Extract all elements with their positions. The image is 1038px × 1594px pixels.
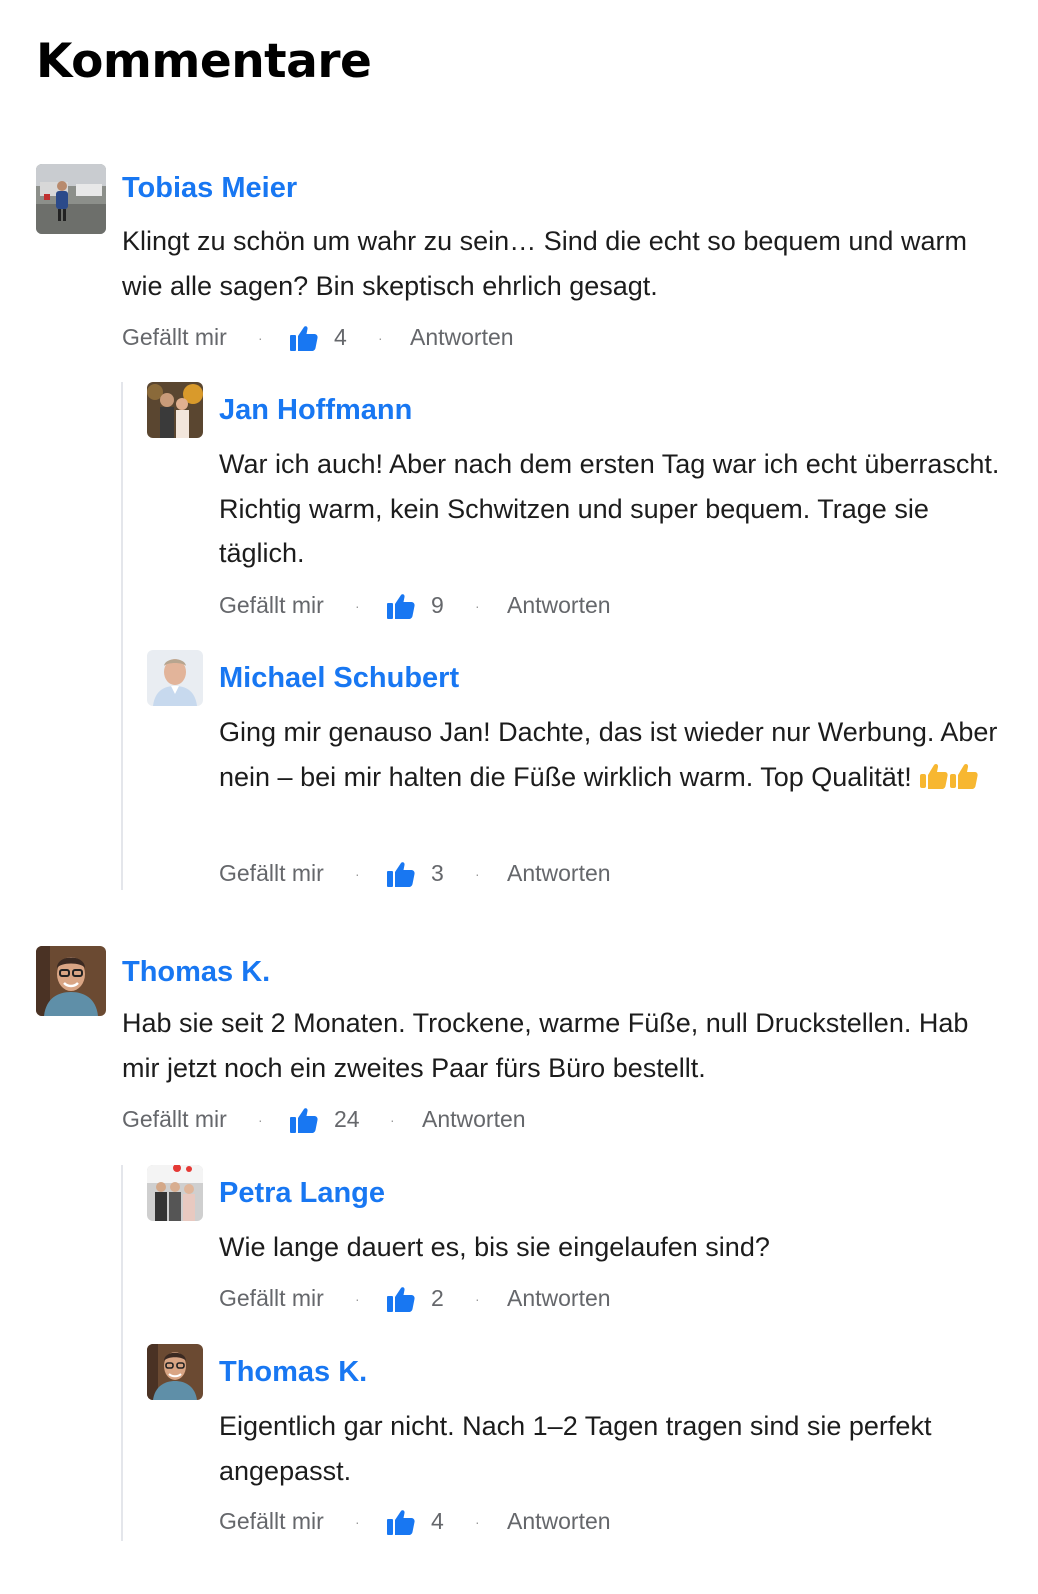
- reply: Jan Hoffmann War ich auch! Aber nach dem…: [147, 382, 1027, 622]
- thumbs-up-icon: [387, 1286, 431, 1312]
- separator: ·: [475, 1290, 480, 1307]
- separator: ·: [475, 1513, 480, 1530]
- thumbs-up-icon: [290, 325, 334, 351]
- comment-text: Eigentlich gar nicht. Nach 1–2 Tagen tra…: [219, 1411, 932, 1486]
- thumbs-up-icon: [387, 861, 431, 887]
- separator: ·: [475, 865, 480, 882]
- separator: ·: [355, 1290, 360, 1307]
- comment-text: Hab sie seit 2 Monaten. Trockene, warme …: [122, 1008, 969, 1083]
- thread-line: [121, 1165, 123, 1541]
- reply: Thomas K. Eigentlich gar nicht. Nach 1–2…: [147, 1344, 1027, 1544]
- separator: ·: [355, 865, 360, 882]
- reply: Petra Lange Wie lange dauert es, bis sie…: [147, 1165, 1027, 1325]
- like-button[interactable]: Gefällt mir: [219, 1285, 355, 1312]
- separator: ·: [355, 597, 360, 614]
- comment-text: Wie lange dauert es, bis sie eingelaufen…: [219, 1232, 770, 1262]
- comment-author[interactable]: Thomas K.: [219, 1356, 367, 1389]
- avatar[interactable]: [147, 650, 203, 706]
- thread-line: [121, 382, 123, 890]
- avatar[interactable]: [36, 946, 106, 1016]
- comment-actions: Gefällt mir · 4 · Antworten: [219, 1508, 611, 1535]
- comment-actions: Gefällt mir · 4 · Antworten: [122, 324, 514, 351]
- avatar-photo-icon: [147, 382, 203, 438]
- page-title: Kommentare: [36, 34, 372, 89]
- reply-button[interactable]: Antworten: [422, 1106, 526, 1133]
- comment-author[interactable]: Tobias Meier: [122, 172, 297, 205]
- reply-button[interactable]: Antworten: [507, 592, 611, 619]
- reply: Michael Schubert Ging mir genauso Jan! D…: [147, 650, 1027, 890]
- like-count: 9: [431, 592, 444, 618]
- like-count: 2: [431, 1285, 444, 1311]
- separator: ·: [378, 329, 383, 346]
- comment: Tobias Meier Klingt zu schön um wahr zu …: [36, 164, 1016, 364]
- comment-actions: Gefällt mir · 3 · Antworten: [219, 860, 611, 887]
- like-count: 3: [431, 860, 444, 886]
- reply-button[interactable]: Antworten: [507, 1285, 611, 1312]
- like-button[interactable]: Gefällt mir: [219, 592, 355, 619]
- comment-actions: Gefällt mir · 2 · Antworten: [219, 1285, 611, 1312]
- comment-text: War ich auch! Aber nach dem ersten Tag w…: [219, 449, 1000, 568]
- reply-button[interactable]: Antworten: [507, 860, 611, 887]
- like-button[interactable]: Gefällt mir: [122, 1106, 258, 1133]
- thumbs-up-icon: [290, 1107, 334, 1133]
- like-count: 4: [334, 324, 347, 350]
- thumbs-up-icon: [387, 1509, 431, 1535]
- avatar[interactable]: [36, 164, 106, 234]
- like-button[interactable]: Gefällt mir: [219, 860, 355, 887]
- like-count: 4: [431, 1508, 444, 1534]
- like-count: 24: [334, 1106, 360, 1132]
- avatar-photo-icon: [147, 650, 203, 706]
- separator: ·: [258, 329, 263, 346]
- comment-author[interactable]: Jan Hoffmann: [219, 394, 412, 427]
- comment-author[interactable]: Petra Lange: [219, 1177, 385, 1210]
- comment-author[interactable]: Michael Schubert: [219, 662, 459, 695]
- like-button[interactable]: Gefällt mir: [122, 324, 258, 351]
- avatar-photo-icon: [36, 946, 106, 1016]
- thumbs-up-icon: [387, 593, 431, 619]
- separator: ·: [355, 1513, 360, 1530]
- avatar-photo-icon: [147, 1165, 203, 1221]
- separator: ·: [390, 1111, 395, 1128]
- comment-text: Ging mir genauso Jan! Dachte, das ist wi…: [219, 710, 1019, 803]
- comment-author[interactable]: Thomas K.: [122, 956, 270, 989]
- avatar[interactable]: [147, 1165, 203, 1221]
- separator: ·: [475, 597, 480, 614]
- separator: ·: [258, 1111, 263, 1128]
- comment: Thomas K. Hab sie seit 2 Monaten. Trocke…: [36, 946, 1016, 1146]
- avatar-photo-icon: [147, 1344, 203, 1400]
- avatar[interactable]: [147, 1344, 203, 1400]
- thumbs-up-emoji-icon: [919, 759, 979, 804]
- avatar-photo-icon: [36, 164, 106, 234]
- comment-text-body: Ging mir genauso Jan! Dachte, das ist wi…: [219, 717, 998, 792]
- avatar[interactable]: [147, 382, 203, 438]
- reply-button[interactable]: Antworten: [507, 1508, 611, 1535]
- like-button[interactable]: Gefällt mir: [219, 1508, 355, 1535]
- reply-button[interactable]: Antworten: [410, 324, 514, 351]
- comment-actions: Gefällt mir · 9 · Antworten: [219, 592, 611, 619]
- comment-text: Klingt zu schön um wahr zu sein… Sind di…: [122, 226, 967, 301]
- comment-actions: Gefällt mir · 24 · Antworten: [122, 1106, 526, 1133]
